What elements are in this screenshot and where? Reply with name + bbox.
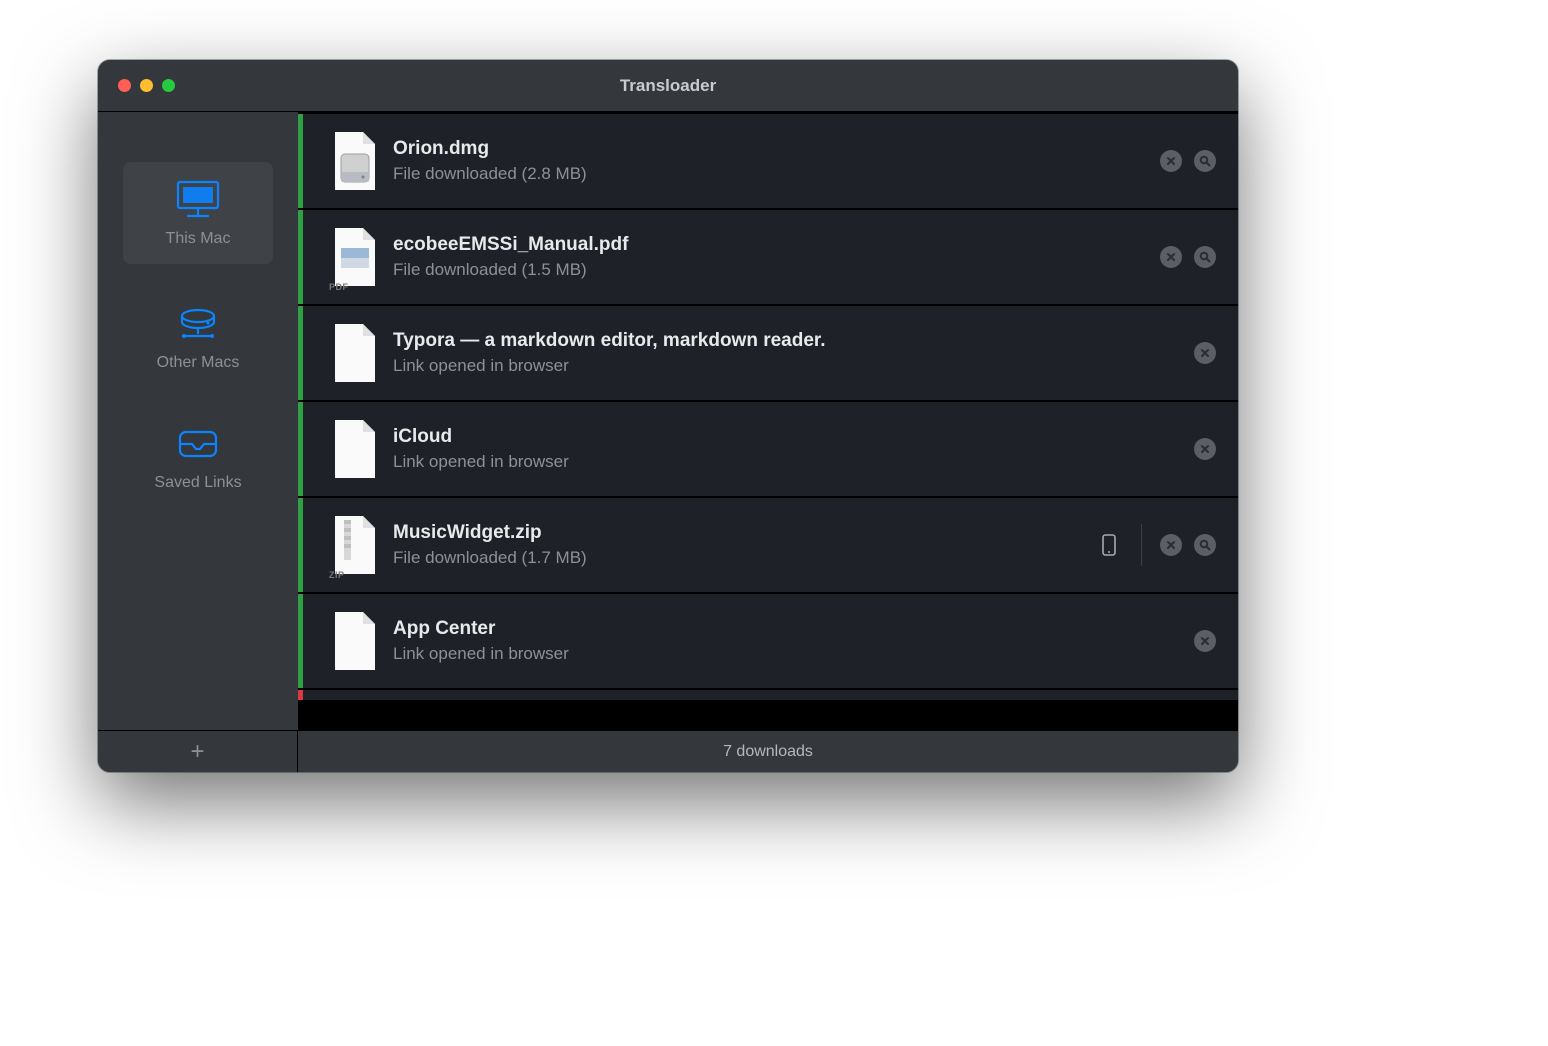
status-accent xyxy=(298,210,303,304)
remove-button[interactable] xyxy=(1160,246,1182,268)
download-title: App Center xyxy=(393,618,1194,640)
download-row[interactable]: App Center Link opened in browser xyxy=(298,594,1238,688)
traffic-lights xyxy=(98,79,298,92)
row-actions xyxy=(1160,150,1238,172)
status-accent xyxy=(298,402,303,496)
sidebar-item-label: Saved Links xyxy=(154,474,241,492)
sidebar-item-saved-links[interactable]: Saved Links xyxy=(123,410,273,508)
remove-button[interactable] xyxy=(1160,534,1182,556)
remove-button[interactable] xyxy=(1194,342,1216,364)
reveal-button[interactable] xyxy=(1194,246,1216,268)
download-subtitle: Link opened in browser xyxy=(393,644,1194,664)
download-row[interactable]: Orion.dmg File downloaded (2.8 MB) xyxy=(298,114,1238,208)
row-text: App Center Link opened in browser xyxy=(393,618,1194,664)
reveal-button[interactable] xyxy=(1194,534,1216,556)
titlebar[interactable]: Transloader xyxy=(98,60,1238,112)
download-title: ecobeeEMSSi_Manual.pdf xyxy=(393,234,1160,256)
pdf-file-icon: PDF xyxy=(325,220,385,294)
download-subtitle: File downloaded (2.8 MB) xyxy=(393,164,1160,184)
app-window: Transloader This Mac xyxy=(98,60,1238,772)
download-subtitle: File downloaded (1.5 MB) xyxy=(393,260,1160,280)
download-title: MusicWidget.zip xyxy=(393,522,1099,544)
download-row[interactable]: iCloud Link opened in browser xyxy=(298,402,1238,496)
file-badge: ZIP xyxy=(329,570,345,580)
window-body: This Mac Other Macs xyxy=(98,112,1238,730)
add-button[interactable]: + xyxy=(98,731,298,772)
row-actions xyxy=(1160,246,1238,268)
sidebar: This Mac Other Macs xyxy=(98,112,298,730)
row-actions xyxy=(1194,630,1238,652)
status-accent xyxy=(298,498,303,592)
status-accent xyxy=(298,690,303,700)
download-row-partial[interactable] xyxy=(298,690,1238,700)
row-text: Orion.dmg File downloaded (2.8 MB) xyxy=(393,138,1160,184)
zip-file-icon: ZIP xyxy=(325,508,385,582)
download-title: Typora — a markdown editor, markdown rea… xyxy=(393,330,1194,352)
blank-file-icon xyxy=(325,316,385,390)
remove-button[interactable] xyxy=(1194,438,1216,460)
close-window-button[interactable] xyxy=(118,79,131,92)
row-text: MusicWidget.zip File downloaded (1.7 MB) xyxy=(393,522,1099,568)
sidebar-item-other-macs[interactable]: Other Macs xyxy=(123,286,273,388)
footer: + 7 downloads xyxy=(98,730,1238,772)
download-row[interactable]: Typora — a markdown editor, markdown rea… xyxy=(298,306,1238,400)
dmg-file-icon xyxy=(325,124,385,198)
remove-button[interactable] xyxy=(1194,630,1216,652)
remove-button[interactable] xyxy=(1160,150,1182,172)
row-actions xyxy=(1194,342,1238,364)
row-actions xyxy=(1099,524,1238,566)
sidebar-item-label: This Mac xyxy=(166,230,231,248)
sidebar-item-label: Other Macs xyxy=(157,354,240,372)
sidebar-item-this-mac[interactable]: This Mac xyxy=(123,162,273,264)
main-panel: Orion.dmg File downloaded (2.8 MB) xyxy=(298,112,1238,730)
download-title: iCloud xyxy=(393,426,1194,448)
zoom-window-button[interactable] xyxy=(162,79,175,92)
plus-icon: + xyxy=(190,738,204,766)
status-accent xyxy=(298,594,303,688)
status-accent xyxy=(298,114,303,208)
monitor-icon xyxy=(174,180,222,218)
network-drive-icon xyxy=(174,304,222,342)
download-subtitle: Link opened in browser xyxy=(393,356,1194,376)
reveal-button[interactable] xyxy=(1194,150,1216,172)
row-text: Typora — a markdown editor, markdown rea… xyxy=(393,330,1194,376)
minimize-window-button[interactable] xyxy=(140,79,153,92)
row-actions xyxy=(1194,438,1238,460)
file-badge: PDF xyxy=(329,282,349,292)
phone-icon[interactable] xyxy=(1099,533,1119,557)
blank-file-icon xyxy=(325,412,385,486)
footer-status: 7 downloads xyxy=(298,731,1238,772)
download-list[interactable]: Orion.dmg File downloaded (2.8 MB) xyxy=(298,112,1238,730)
download-row[interactable]: PDF ecobeeEMSSi_Manual.pdf File download… xyxy=(298,210,1238,304)
inbox-icon xyxy=(174,428,222,462)
row-text: iCloud Link opened in browser xyxy=(393,426,1194,472)
download-subtitle: Link opened in browser xyxy=(393,452,1194,472)
download-title: Orion.dmg xyxy=(393,138,1160,160)
download-row[interactable]: ZIP MusicWidget.zip File downloaded (1.7… xyxy=(298,498,1238,592)
row-text: ecobeeEMSSi_Manual.pdf File downloaded (… xyxy=(393,234,1160,280)
blank-file-icon xyxy=(325,604,385,678)
separator xyxy=(1141,524,1142,566)
download-subtitle: File downloaded (1.7 MB) xyxy=(393,548,1099,568)
status-accent xyxy=(298,306,303,400)
